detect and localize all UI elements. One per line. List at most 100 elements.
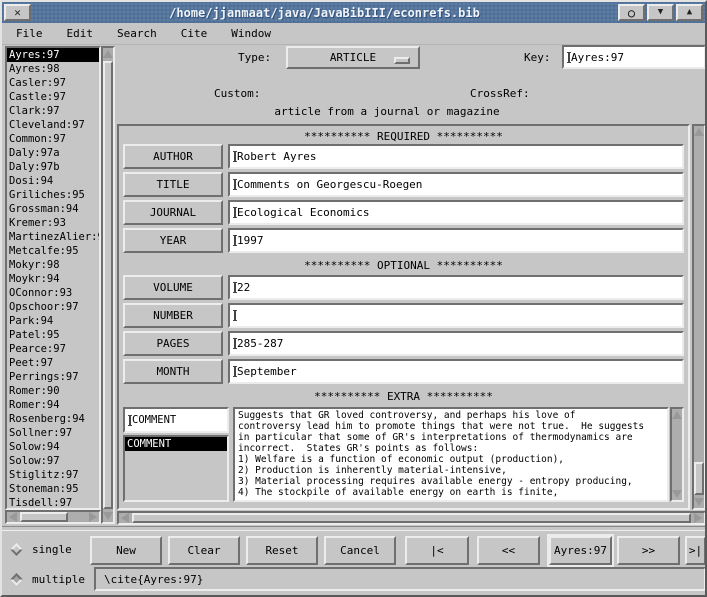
footer-divider xyxy=(2,526,707,531)
option-menu-indicator-icon xyxy=(394,57,410,64)
menu-item-search[interactable]: Search xyxy=(115,25,159,42)
reference-list-item[interactable]: Rosenberg:94 xyxy=(7,412,99,426)
reference-list-item[interactable]: Opschoor:97 xyxy=(7,300,99,314)
iconify-button[interactable]: ▼ xyxy=(647,4,674,21)
form-vertical-scrollbar[interactable] xyxy=(692,124,706,510)
field-input[interactable]: 22 xyxy=(228,275,684,300)
reference-list[interactable]: Ayres:97 Ayres:98 Casler:97 Castle:97 Cl… xyxy=(5,46,101,510)
reference-list-item[interactable]: Common:97 xyxy=(7,132,99,146)
field-label-button[interactable]: MONTH xyxy=(123,359,223,384)
reference-list-item[interactable]: Moykr:94 xyxy=(7,272,99,286)
field-input[interactable]: 1997 xyxy=(228,228,684,253)
cancel-button[interactable]: Cancel xyxy=(324,536,396,565)
form-horizontal-scrollbar-thumb[interactable] xyxy=(132,513,691,523)
reference-list-item[interactable]: Romer:90 xyxy=(7,384,99,398)
scroll-right-icon[interactable] xyxy=(88,512,98,522)
scroll-left-icon[interactable] xyxy=(120,513,130,523)
reference-list-item[interactable]: Sollner:97 xyxy=(7,426,99,440)
clear-button[interactable]: Clear xyxy=(168,536,240,565)
cite-field[interactable]: \cite{Ayres:97} xyxy=(94,567,706,591)
reference-list-item[interactable]: Cleveland:97 xyxy=(7,118,99,132)
reference-list-item[interactable]: Castle:97 xyxy=(7,90,99,104)
reference-list-item[interactable]: Stoneman:95 xyxy=(7,482,99,496)
reset-button[interactable]: Reset xyxy=(246,536,318,565)
nav-prev-button[interactable]: << xyxy=(477,536,540,565)
scroll-down-icon[interactable] xyxy=(672,489,682,499)
field-input[interactable]: Comments on Georgescu-Roegen xyxy=(228,172,684,197)
titlebar[interactable]: ✕ /home/jjanmaat/java/JavaBibIII/econref… xyxy=(2,2,705,23)
reference-list-item[interactable]: Romer:94 xyxy=(7,398,99,412)
reference-list-item[interactable]: Perrings:97 xyxy=(7,370,99,384)
reference-list-item[interactable]: Kremer:93 xyxy=(7,216,99,230)
tag-input[interactable]: COMMENT xyxy=(123,407,229,433)
key-input[interactable]: Ayres:97 xyxy=(562,45,706,69)
close-button[interactable]: ✕ xyxy=(4,4,31,21)
new-button[interactable]: New xyxy=(90,536,162,565)
reference-list-item[interactable]: Daly:97b xyxy=(7,160,99,174)
scroll-up-icon[interactable] xyxy=(103,49,113,59)
field-label-button[interactable]: VOLUME xyxy=(123,275,223,300)
form-horizontal-scrollbar[interactable] xyxy=(117,511,706,525)
field-input[interactable]: 285-287 xyxy=(228,331,684,356)
maximize-button[interactable]: ▲ xyxy=(676,4,703,21)
field-label-button[interactable]: YEAR xyxy=(123,228,223,253)
field-input[interactable]: September xyxy=(228,359,684,384)
menu-item-edit[interactable]: Edit xyxy=(65,25,96,42)
reference-list-item[interactable]: Solow:97 xyxy=(7,454,99,468)
field-label-button[interactable]: PAGES xyxy=(123,331,223,356)
reference-list-item[interactable]: Pearce:97 xyxy=(7,342,99,356)
mode-radio-single[interactable]: single xyxy=(12,541,72,557)
field-label-button[interactable]: JOURNAL xyxy=(123,200,223,225)
reference-list-item[interactable]: Park:94 xyxy=(7,314,99,328)
reference-list-item[interactable]: MartinezAlier:97 xyxy=(7,230,99,244)
reference-list-item[interactable]: Grossman:94 xyxy=(7,202,99,216)
field-input[interactable]: Ecological Economics xyxy=(228,200,684,225)
menu-item-file[interactable]: File xyxy=(14,25,45,42)
field-input[interactable] xyxy=(228,303,684,328)
reference-list-item[interactable]: Griliches:95 xyxy=(7,188,99,202)
mode-radio-multiple[interactable]: multiple xyxy=(12,571,85,587)
nav-first-button[interactable]: |< xyxy=(405,536,469,565)
reference-list-item[interactable]: OConnor:93 xyxy=(7,286,99,300)
reference-list-item[interactable]: Clark:97 xyxy=(7,104,99,118)
sidebar-vertical-scrollbar[interactable] xyxy=(101,46,115,524)
scroll-down-icon[interactable] xyxy=(103,511,113,521)
sidebar-horizontal-scrollbar[interactable] xyxy=(5,510,101,524)
menu-item-cite[interactable]: Cite xyxy=(179,25,210,42)
reference-list-item[interactable]: Ayres:97 xyxy=(7,48,99,62)
field-label-button[interactable]: TITLE xyxy=(123,172,223,197)
nav-current-entry-button[interactable]: Ayres:97 xyxy=(549,536,612,565)
nav-next-button[interactable]: >> xyxy=(617,536,680,565)
menu-item-window[interactable]: Window xyxy=(229,25,273,42)
reference-list-item[interactable]: Patel:95 xyxy=(7,328,99,342)
comment-scrollbar[interactable] xyxy=(670,407,684,502)
reference-list-item[interactable]: Ayres:98 xyxy=(7,62,99,76)
sidebar-horizontal-scrollbar-thumb[interactable] xyxy=(20,512,68,522)
tag-list[interactable]: COMMENT xyxy=(123,435,229,502)
reference-list-item[interactable]: Mokyr:98 xyxy=(7,258,99,272)
reference-list-item[interactable]: Solow:94 xyxy=(7,440,99,454)
reference-list-item[interactable]: Casler:97 xyxy=(7,76,99,90)
tag-list-item[interactable]: COMMENT xyxy=(125,437,227,451)
reference-list-item[interactable]: Metcalfe:95 xyxy=(7,244,99,258)
window-menu-button[interactable]: ○ xyxy=(618,4,645,21)
scroll-right-icon[interactable] xyxy=(693,513,703,523)
type-dropdown[interactable]: ARTICLE xyxy=(286,46,420,69)
field-row: YEAR 1997 xyxy=(123,228,684,253)
field-label-button[interactable]: AUTHOR xyxy=(123,144,223,169)
reference-list-item[interactable]: Daly:97a xyxy=(7,146,99,160)
reference-list-item[interactable]: Stiglitz:97 xyxy=(7,468,99,482)
reference-list-item[interactable]: Tisdell:97 xyxy=(7,496,99,510)
scroll-left-icon[interactable] xyxy=(8,512,18,522)
comment-textarea[interactable]: Suggests that GR loved controversy, and … xyxy=(233,407,669,502)
form-vertical-scrollbar-thumb[interactable] xyxy=(694,462,704,495)
scroll-up-icon[interactable] xyxy=(694,127,704,137)
nav-last-button[interactable]: >| xyxy=(685,536,706,565)
sidebar-vertical-scrollbar-thumb[interactable] xyxy=(103,61,113,509)
field-label-button[interactable]: NUMBER xyxy=(123,303,223,328)
reference-list-item[interactable]: Peet:97 xyxy=(7,356,99,370)
reference-list-item[interactable]: Dosi:94 xyxy=(7,174,99,188)
scroll-up-icon[interactable] xyxy=(672,410,682,420)
scroll-down-icon[interactable] xyxy=(694,497,704,507)
field-input[interactable]: Robert Ayres xyxy=(228,144,684,169)
